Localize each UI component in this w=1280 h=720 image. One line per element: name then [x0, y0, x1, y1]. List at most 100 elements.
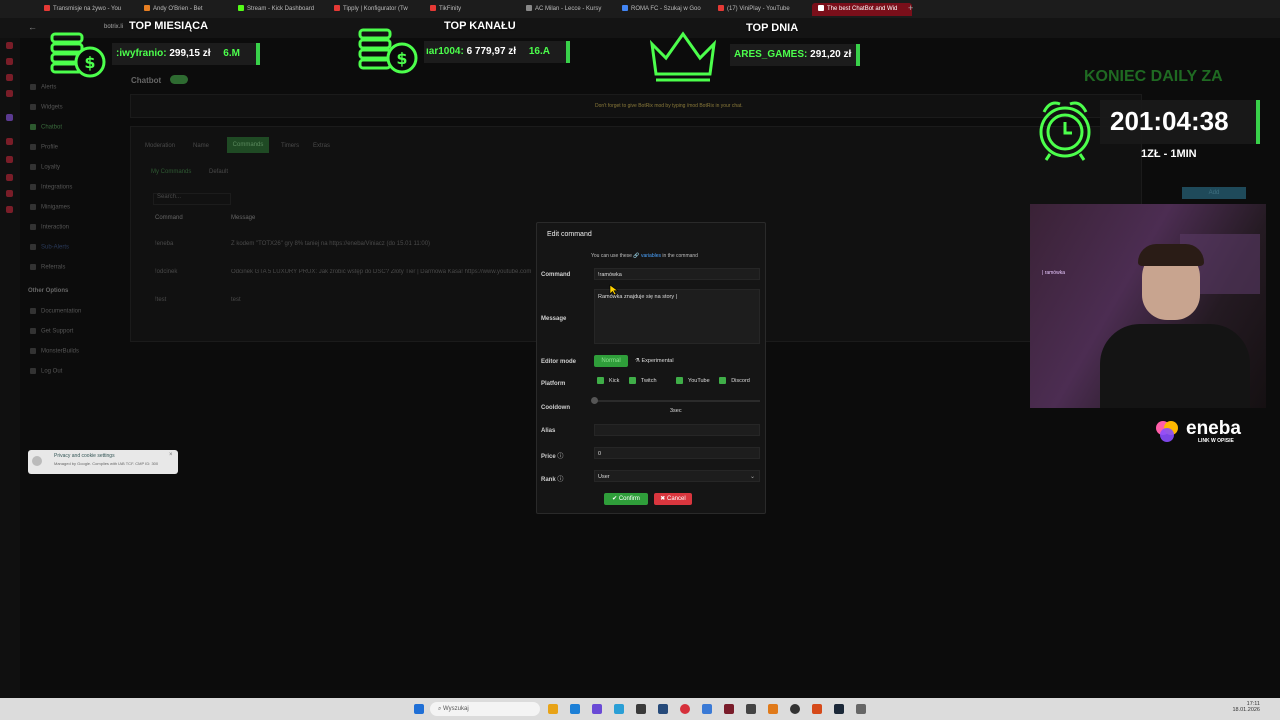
- obs-icon[interactable]: [790, 704, 800, 714]
- sidebar-app-icon[interactable]: [6, 74, 13, 81]
- browser-tab[interactable]: ROMA FC - Szukaj w Goo: [622, 3, 706, 16]
- alias-input[interactable]: [594, 424, 760, 436]
- app-icon[interactable]: [746, 704, 756, 714]
- cooldown-slider[interactable]: [594, 400, 760, 402]
- subtab-default[interactable]: Default: [209, 169, 228, 175]
- checkbox-checked[interactable]: [597, 377, 604, 384]
- checkbox-checked[interactable]: [719, 377, 727, 384]
- new-tab-button[interactable]: +: [908, 3, 913, 13]
- cooldown-slider-handle[interactable]: [591, 397, 598, 404]
- top-channel-amount: 6 779,97 zł: [466, 46, 517, 57]
- sidebar-app-icon[interactable]: [6, 206, 13, 213]
- top-month-extra: 6.M: [223, 48, 240, 59]
- sidebar-item-interaction[interactable]: Interaction: [30, 224, 69, 231]
- platform-kick[interactable]: Kick: [597, 377, 619, 384]
- platform-discord[interactable]: Discord: [719, 377, 750, 384]
- sidebar-item-support[interactable]: Get Support: [30, 328, 73, 335]
- sidebar-app-icon[interactable]: [6, 42, 13, 49]
- close-icon[interactable]: ×: [169, 452, 173, 458]
- tab-commands[interactable]: Commands: [227, 137, 269, 153]
- steam-icon[interactable]: [834, 704, 844, 714]
- browser-tab[interactable]: Tipply | Konfigurator (Tw: [334, 3, 418, 16]
- plug-icon: [30, 184, 36, 190]
- subtab-my-commands[interactable]: My Commands: [151, 169, 191, 175]
- taskbar-clock[interactable]: 17:11 18.01.2026: [1226, 701, 1260, 713]
- sidebar-item-documentation[interactable]: Documentation: [30, 308, 81, 315]
- app-icon[interactable]: [636, 704, 646, 714]
- command-input[interactable]: !ramówka: [594, 268, 760, 280]
- sidebar-item-profile[interactable]: Profile: [30, 144, 58, 151]
- edge-icon[interactable]: [570, 704, 580, 714]
- sidebar-item-loyalty[interactable]: Loyalty: [30, 164, 60, 171]
- tab-moderation[interactable]: Moderation: [145, 143, 175, 149]
- back-icon[interactable]: ←: [28, 22, 37, 32]
- crown-icon: [648, 28, 718, 82]
- logout-icon: [30, 368, 36, 374]
- sidebar-app-icon[interactable]: [6, 174, 13, 181]
- add-command-button[interactable]: Add: [1182, 187, 1246, 199]
- tab-timers[interactable]: Timers: [281, 143, 299, 149]
- timer-value: 201:04:38: [1110, 106, 1229, 136]
- link-icon: 🔗: [633, 253, 640, 259]
- rank-select[interactable]: User ⌄: [594, 470, 760, 482]
- platform-label: Platform: [541, 381, 566, 387]
- platform-youtube[interactable]: YouTube: [676, 377, 710, 384]
- widget-icon: [30, 104, 36, 110]
- browser-tab[interactable]: Andy O'Brien - Bet: [144, 3, 228, 16]
- sidebar-item-integrations[interactable]: Integrations: [30, 184, 72, 191]
- url-field[interactable]: botrix.li: [104, 24, 123, 30]
- file-explorer-icon[interactable]: [548, 704, 558, 714]
- browser-tab[interactable]: (17) ViniPlay - YouTube: [718, 3, 802, 16]
- sidebar-item-monsterbuilds[interactable]: MonsterBuilds: [30, 348, 79, 355]
- browser-tab[interactable]: Stream - Kick Dashboard: [238, 3, 322, 16]
- app-icon[interactable]: [658, 704, 668, 714]
- sidebar-item-widgets[interactable]: Widgets: [30, 104, 63, 111]
- editor-normal-button[interactable]: Normal: [594, 355, 628, 367]
- chatbot-toggle[interactable]: [170, 75, 188, 84]
- sidebar-item-chatbot[interactable]: Chatbot: [30, 124, 62, 131]
- sidebar-app-icon[interactable]: [6, 138, 13, 145]
- sidebar-item-referrals[interactable]: Referrals: [30, 264, 65, 271]
- sidebar-app-icon[interactable]: [6, 114, 13, 121]
- brave-icon[interactable]: [812, 704, 822, 714]
- sidebar-item-minigames[interactable]: Minigames: [30, 204, 70, 211]
- sidebar-app-icon[interactable]: [6, 58, 13, 65]
- cancel-button[interactable]: ✖ Cancel: [654, 493, 692, 505]
- message-textarea[interactable]: Ramówka znajduje się na story |: [594, 289, 760, 344]
- variables-link[interactable]: variables: [641, 253, 661, 259]
- tab-name[interactable]: Name: [193, 143, 209, 149]
- windows-start-icon[interactable]: [414, 704, 424, 714]
- tab-extras[interactable]: Extras: [313, 143, 330, 149]
- sidebar-item-logout[interactable]: Log Out: [30, 368, 62, 375]
- checkbox-checked[interactable]: [628, 377, 636, 384]
- info-icon[interactable]: ⓘ: [557, 454, 563, 460]
- search-input[interactable]: Search...: [153, 193, 231, 205]
- app-icon[interactable]: [702, 704, 712, 714]
- chevron-down-icon: ⌄: [749, 474, 755, 480]
- app-icon[interactable]: [614, 704, 624, 714]
- cookie-banner[interactable]: Privacy and cookie settings Managed by G…: [28, 450, 178, 474]
- tikfinity-icon: [430, 5, 436, 12]
- app-icon[interactable]: [856, 704, 866, 714]
- sidebar-app-icon[interactable]: [6, 190, 13, 197]
- price-input[interactable]: 0: [594, 447, 760, 459]
- browser-tab-active[interactable]: The best ChatBot and Wid: [812, 3, 912, 16]
- app-icon[interactable]: [592, 704, 602, 714]
- browser-tab[interactable]: AC Milan - Lecce - Kursy: [526, 3, 610, 16]
- browser-tab[interactable]: Transmisje na żywo - You: [44, 3, 136, 16]
- sidebar-item-alerts[interactable]: Alerts: [30, 84, 56, 91]
- sidebar-app-icon[interactable]: [6, 156, 13, 163]
- sidebar-app-icon[interactable]: [6, 90, 13, 97]
- editor-experimental-button[interactable]: ⚗ Experimental: [635, 358, 674, 364]
- opera-icon[interactable]: [680, 704, 690, 714]
- platform-twitch[interactable]: Twitch: [628, 377, 657, 384]
- browser-tab[interactable]: TikFinity: [430, 3, 514, 16]
- webcam-feed: | ramówka: [1030, 204, 1266, 408]
- taskbar-search[interactable]: ⌕ Wyszukaj: [430, 702, 540, 716]
- confirm-button[interactable]: ✔ Confirm: [604, 493, 648, 505]
- info-icon[interactable]: ⓘ: [557, 477, 563, 483]
- app-icon[interactable]: [768, 704, 778, 714]
- checkbox-checked[interactable]: [676, 377, 684, 384]
- app-icon[interactable]: [724, 704, 734, 714]
- sidebar-item-sub-alerts[interactable]: Sub-Alerts: [30, 244, 69, 251]
